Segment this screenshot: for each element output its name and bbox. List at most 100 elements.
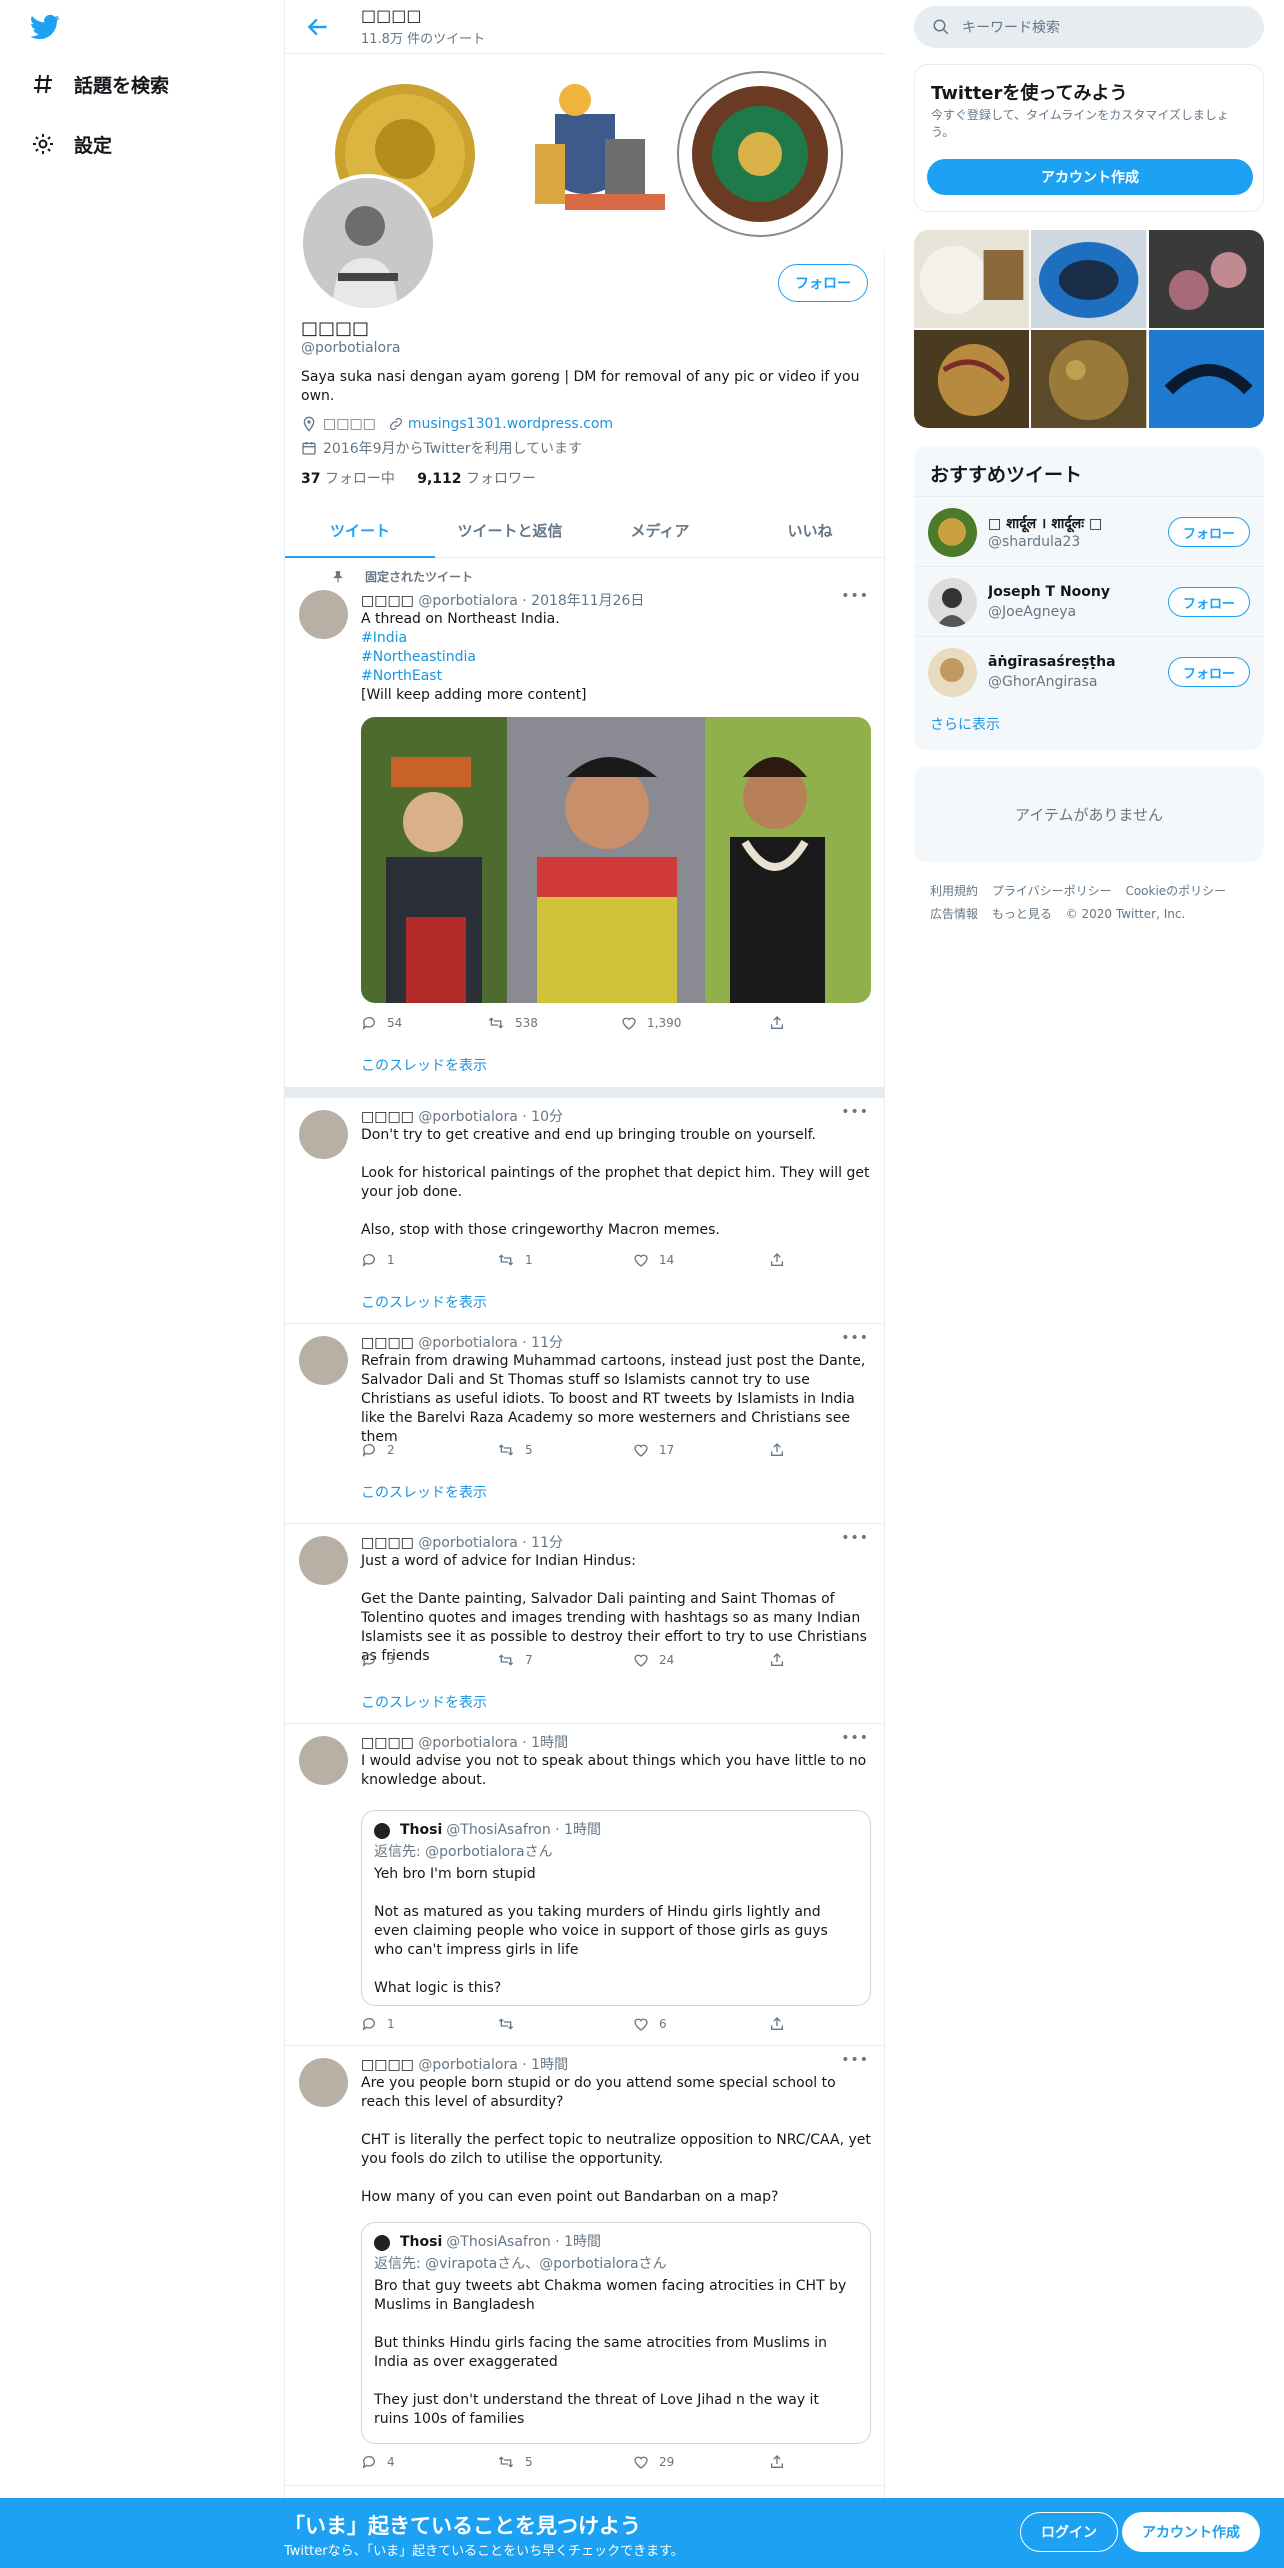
heart-icon (634, 1254, 648, 1267)
hashtag-link[interactable]: #India (361, 629, 871, 648)
retweet-button[interactable]: 7 (497, 1652, 533, 1668)
show-thread-link[interactable]: このスレッドを表示 (361, 1292, 487, 1312)
avatar[interactable] (299, 2058, 348, 2107)
show-thread-link[interactable]: このスレッドを表示 (361, 1692, 487, 1712)
media-thumb[interactable] (914, 230, 1030, 328)
media-thumb[interactable] (914, 330, 1030, 428)
quoted-tweet[interactable]: Thosi @ThosiAsafron · 1時間 返信先: @virapotaさ… (361, 2222, 871, 2444)
tweet[interactable]: □□□□ @porbotialora · 1時間 ••• I would adv… (285, 1724, 885, 2046)
tweet-header: □□□□ @porbotialora · 11分 (361, 1535, 563, 1551)
avatar[interactable] (299, 1536, 348, 1585)
avatar[interactable] (299, 1336, 348, 1385)
rec-follow-button[interactable]: フォロー (1167, 517, 1250, 547)
like-button[interactable]: 1,390 (621, 1015, 681, 1031)
rec-user-row[interactable]: Joseph T Noony @JoeAgneya フォロー (914, 566, 1264, 636)
like-button[interactable]: 29 (633, 2454, 674, 2470)
footer-terms[interactable]: 利用規約 (930, 884, 978, 898)
tweet[interactable]: □□□□ @porbotialora · 10分 ••• Don't try t… (285, 1098, 885, 1324)
follow-button[interactable]: フォロー (778, 264, 868, 302)
login-button[interactable]: ログイン (1020, 2512, 1118, 2552)
share-icon (771, 1253, 783, 1266)
footer-ads[interactable]: 広告情報 (930, 907, 978, 921)
media-thumb[interactable] (1148, 230, 1264, 328)
reply-button[interactable]: 1 (361, 1252, 395, 1268)
following-link[interactable]: 37 フォロー中 (301, 471, 395, 487)
footer-more[interactable]: もっと見る (992, 907, 1052, 921)
back-arrow-icon[interactable] (305, 14, 331, 40)
more-icon[interactable]: ••• (841, 1530, 869, 1546)
rec-user-row[interactable]: □ शार्दूल । शार्दूलः □ @shardula23 フォロー (914, 496, 1264, 566)
retweet-icon (498, 1254, 514, 1266)
tweet-media[interactable] (361, 717, 871, 1003)
share-button[interactable] (769, 1252, 795, 1268)
media-thumb[interactable] (1031, 230, 1147, 328)
tweet-pinned[interactable]: 固定されたツイート □□□□ @porbotialora · 2018年11月2… (285, 558, 885, 1088)
profile-location: □□□□ (323, 416, 376, 432)
retweet-button[interactable] (497, 2016, 525, 2032)
header-name: □□□□ (361, 6, 422, 25)
like-button[interactable]: 6 (633, 2016, 667, 2032)
reply-button[interactable]: 1 (361, 2016, 395, 2032)
show-thread-link[interactable]: このスレッドを表示 (361, 1055, 487, 1075)
footer-privacy[interactable]: プライバシーポリシー (992, 884, 1112, 898)
nav-explore[interactable]: 話題を検索 (28, 64, 169, 104)
quoted-tweet[interactable]: Thosi @ThosiAsafron · 1時間 返信先: @porbotial… (361, 1810, 871, 2006)
reply-button[interactable]: 54 (361, 1015, 402, 1031)
followers-link[interactable]: 9,112 フォロワー (417, 471, 536, 487)
reply-button[interactable]: 4 (361, 2454, 395, 2470)
twitter-logo-icon[interactable] (28, 12, 62, 42)
hashtag-link[interactable]: #Northeastindia (361, 648, 871, 667)
avatar[interactable] (299, 590, 348, 639)
more-icon[interactable]: ••• (841, 2052, 869, 2068)
share-button[interactable] (769, 1015, 795, 1031)
media-grid (914, 230, 1264, 428)
tweet[interactable]: □□□□ @porbotialora · 11分 ••• Just a word… (285, 1524, 885, 1724)
show-thread-link[interactable]: このスレッドを表示 (361, 1482, 487, 1502)
reply-button[interactable]: 2 (361, 1442, 395, 1458)
more-icon[interactable]: ••• (841, 588, 869, 604)
tab-likes[interactable]: いいね (735, 504, 885, 557)
signup-button[interactable]: アカウント作成 (1122, 2512, 1260, 2552)
like-button[interactable]: 17 (633, 1442, 674, 1458)
reply-button[interactable]: 3 (361, 1652, 395, 1668)
like-button[interactable]: 14 (633, 1252, 674, 1268)
retweet-button[interactable]: 1 (497, 1252, 533, 1268)
share-button[interactable] (769, 2454, 795, 2470)
tweet-actions: 54 538 1,390 (361, 1015, 783, 1035)
quote-header: Thosi @ThosiAsafron · 1時間 (374, 1821, 601, 1840)
profile-url[interactable]: musings1301.wordpress.com (408, 416, 613, 432)
tab-media[interactable]: メディア (585, 504, 735, 557)
more-icon[interactable]: ••• (841, 1104, 869, 1120)
rec-user-row[interactable]: āṅgīrasaśreṣṭha @GhorAngirasa フォロー (914, 636, 1264, 706)
reply-icon (362, 2018, 375, 2031)
more-icon[interactable]: ••• (841, 1730, 869, 1746)
rec-follow-button[interactable]: フォロー (1167, 587, 1250, 617)
show-more-link[interactable]: さらに表示 (930, 714, 1000, 734)
avatar[interactable] (299, 1736, 348, 1785)
tweet[interactable]: □□□□ @porbotialora · 1時間 ••• Are you peo… (285, 2046, 885, 2486)
create-account-button[interactable]: アカウント作成 (927, 159, 1253, 195)
hashtag-link[interactable]: #NorthEast (361, 667, 871, 686)
retweet-button[interactable]: 5 (497, 2454, 533, 2470)
more-icon[interactable]: ••• (841, 1330, 869, 1346)
retweet-button[interactable]: 5 (497, 1442, 533, 1458)
tab-tweets[interactable]: ツイート (285, 504, 435, 558)
share-button[interactable] (769, 1442, 795, 1458)
tweet[interactable]: □□□□ @porbotialora · 11分 ••• Refrain fro… (285, 1324, 885, 1524)
like-button[interactable]: 24 (633, 1652, 674, 1668)
tab-tweets-replies[interactable]: ツイートと返信 (435, 504, 585, 557)
rec-follow-button[interactable]: フォロー (1167, 657, 1250, 687)
nav-settings[interactable]: 設定 (28, 124, 112, 164)
avatar[interactable] (299, 1110, 348, 1159)
share-button[interactable] (769, 2016, 795, 2032)
retweet-icon (498, 1444, 514, 1456)
share-button[interactable] (769, 1652, 795, 1668)
tweet-actions: 2 5 17 (361, 1442, 783, 1462)
media-thumb[interactable] (1148, 330, 1264, 428)
profile-avatar[interactable] (299, 174, 437, 312)
footer-cookies[interactable]: Cookieのポリシー (1125, 884, 1226, 898)
retweet-button[interactable]: 538 (487, 1015, 538, 1031)
media-thumb[interactable] (1031, 330, 1147, 428)
profile-header: □□□□ 11.8万 件のツイート (285, 0, 885, 54)
search-box[interactable]: キーワード検索 (914, 6, 1264, 48)
